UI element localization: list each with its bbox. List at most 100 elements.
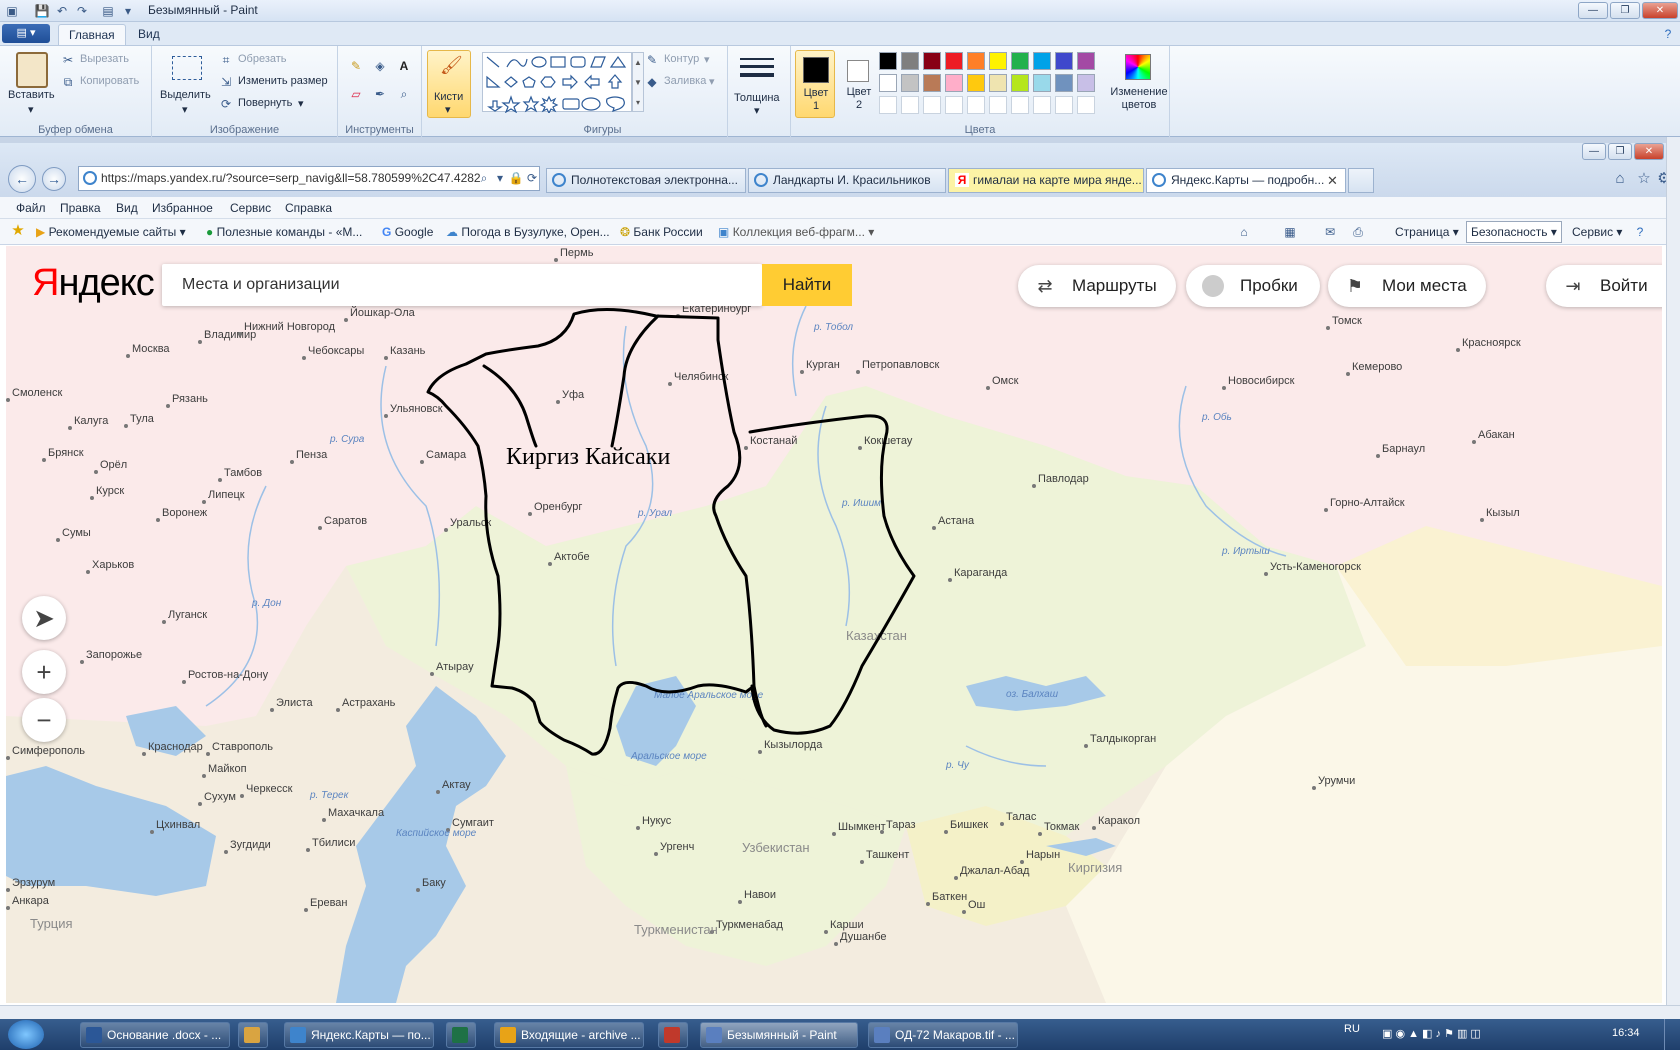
city-label[interactable]: Кызылорда [764,739,823,751]
routes-button[interactable]: ⇄ Маршруты [1018,265,1176,307]
feeds-icon[interactable]: ▦ [1282,224,1298,240]
city-label[interactable]: Элиста [276,697,314,709]
city-label[interactable]: Смоленск [12,387,62,399]
browser-close-button[interactable]: ✕ [1634,143,1664,160]
city-label[interactable]: Чебоксары [308,345,364,357]
text-icon[interactable]: A [396,58,412,74]
city-label[interactable]: Воронеж [162,507,208,519]
city-label[interactable]: Костанай [750,435,797,447]
city-label[interactable]: Калуга [74,415,109,427]
city-label[interactable]: Джалал-Абад [960,865,1030,877]
print-icon[interactable]: ⎙ [1350,224,1366,240]
taskbar-item[interactable]: Яндекс.Карты — по... [284,1022,434,1048]
city-label[interactable]: Кызыл [1486,507,1520,519]
city-label[interactable]: Бишкек [950,819,988,831]
city-label[interactable]: Махачкала [328,807,385,819]
fill-icon[interactable]: ◈ [372,58,388,74]
city-label[interactable]: Саратов [324,515,367,527]
fav-suggested-sites[interactable]: ▶ Рекомендуемые сайты ▾ [36,225,186,239]
traffic-button[interactable]: Пробки [1186,265,1320,307]
color-swatch[interactable] [1077,74,1095,92]
outline-dropdown-icon[interactable]: ▾ [704,53,710,66]
menu-file[interactable]: Файл [16,201,46,215]
city-label[interactable]: Тбилиси [312,837,355,849]
color-swatch[interactable] [989,52,1007,70]
city-label[interactable]: Каракол [1098,815,1140,827]
color-swatch[interactable] [901,96,919,114]
color-swatch[interactable] [1055,96,1073,114]
magnifier-icon[interactable]: ⌕ [396,86,412,102]
city-label[interactable]: Ереван [310,897,348,909]
taskbar-item[interactable] [658,1022,688,1048]
city-label[interactable]: Нукус [642,815,672,827]
city-label[interactable]: Ташкент [866,849,909,861]
city-label[interactable]: Астана [938,515,975,527]
color-swatch[interactable] [1033,74,1051,92]
search-icon[interactable]: ⌕ [476,170,492,186]
city-label[interactable]: Новосибирск [1228,375,1295,387]
city-label[interactable]: Цхинвал [156,819,200,831]
city-label[interactable]: Пенза [296,449,328,461]
paste-dropdown-icon[interactable]: ▾ [28,103,34,116]
my-places-button[interactable]: ⚑ Мои места [1328,265,1486,307]
menu-view[interactable]: Вид [116,201,138,215]
color-swatch[interactable] [989,74,1007,92]
address-dropdown-icon[interactable]: ▾ [492,170,508,186]
minimize-button[interactable]: — [1578,2,1608,19]
city-label[interactable]: Уфа [562,389,585,401]
tab-view[interactable]: Вид [128,24,170,45]
city-label[interactable]: Шымкент [838,821,886,833]
outline-button[interactable]: Контур [664,53,699,65]
color-swatch[interactable] [879,52,897,70]
city-label[interactable]: Барнаул [1382,443,1425,455]
city-label[interactable]: Баку [422,877,446,889]
shapes-gallery[interactable] [482,52,632,115]
rotate-button[interactable]: Повернуть [238,97,292,109]
horizontal-scrollbar[interactable] [0,1005,1680,1019]
paint-menu-button[interactable]: ▤ ▾ [2,24,50,43]
city-label[interactable]: Запорожье [86,649,142,661]
color-swatch[interactable] [1011,96,1029,114]
home-cmd-icon[interactable]: ⌂ [1236,224,1252,240]
city-label[interactable]: Туркменабад [716,919,783,931]
find-button[interactable]: Найти [762,264,852,306]
city-label[interactable]: Тамбов [224,467,262,479]
city-label[interactable]: Карши [830,919,864,931]
city-label[interactable]: Тула [130,413,155,425]
color-swatch[interactable] [1011,52,1029,70]
brushes-button[interactable]: 🖌 Кисти ▾ [427,50,471,118]
menu-help[interactable]: Справка [285,201,332,215]
city-label[interactable]: Челябинск [674,371,728,383]
city-label[interactable]: Майкоп [208,763,247,775]
fav-web-slice-gallery[interactable]: ▣ Коллекция веб-фрагм... ▾ [718,225,874,239]
help-icon[interactable]: ? [1660,26,1676,42]
crop-button[interactable]: Обрезать [238,53,287,65]
color-swatch[interactable] [879,96,897,114]
shapes-scroll[interactable]: ▲ ▼ ▾ [632,52,644,112]
forward-button[interactable]: → [42,167,66,191]
city-label[interactable]: Брянск [48,447,84,459]
browser-restore-button[interactable]: ❐ [1608,143,1632,160]
safety-menu[interactable]: Безопасность ▾ [1466,221,1562,243]
yandex-map[interactable]: Москва Владимир Нижний Новгород Йошкар-Ола Ч… [6,246,1662,1003]
city-label[interactable]: Красноярск [1462,337,1521,349]
city-label[interactable]: Симферополь [12,745,85,757]
menu-edit[interactable]: Правка [60,201,101,215]
color-swatch[interactable] [1055,52,1073,70]
city-label[interactable]: Урумчи [1318,775,1355,787]
fav-useful-commands[interactable]: ● Полезные команды - «М... [206,225,362,239]
save-icon[interactable]: 💾 [34,3,50,19]
maximize-button[interactable]: ❐ [1610,2,1640,19]
city-label[interactable]: Баткен [932,891,967,903]
start-button[interactable] [8,1020,44,1049]
city-label[interactable]: Павлодар [1038,473,1089,485]
city-label[interactable]: Абакан [1478,429,1515,441]
city-label[interactable]: Эрзурум [12,877,55,889]
browser-tab[interactable]: Полнотекстовая электронна... [546,168,746,193]
city-label[interactable]: Талдыкорган [1090,733,1156,745]
color-swatch[interactable] [989,96,1007,114]
color-swatch[interactable] [901,74,919,92]
login-button[interactable]: ⇥ Войти [1546,265,1662,307]
city-label[interactable]: Москва [132,343,170,355]
select-icon[interactable] [172,56,202,80]
